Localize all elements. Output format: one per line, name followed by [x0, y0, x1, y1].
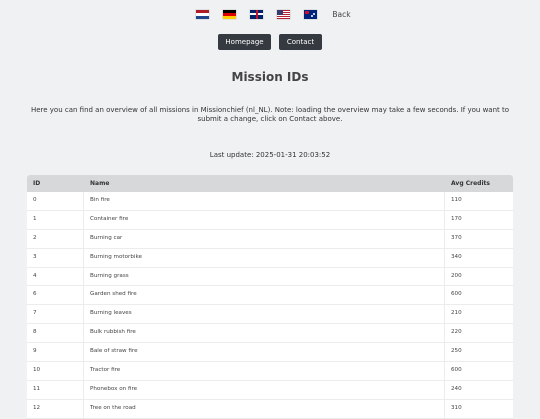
cell-name: Burning grass — [84, 267, 445, 286]
cell-id: 6 — [27, 286, 84, 305]
cell-credits: 170 — [451, 215, 462, 222]
missions-table: ID Name Avg Credits 0 Bin fire 110 1 Contai… — [27, 175, 513, 419]
cell-credits: 310 — [451, 404, 462, 411]
table-row: 1 Container fire 170 — [27, 210, 513, 230]
cell-name: Tractor fire — [84, 362, 445, 380]
cell-credits: 210 — [451, 310, 462, 317]
cell-credits: 200 — [451, 272, 462, 279]
cell-id: 1 — [27, 210, 84, 229]
cell-name: Phonebox on fire — [84, 380, 445, 399]
cell-name: Bale of straw fire — [84, 343, 445, 362]
cell-name: Garden shed fire — [84, 286, 445, 305]
cell-credits: 110 — [451, 197, 462, 203]
uk-flag-icon[interactable] — [250, 9, 264, 19]
page-title: Mission IDs — [231, 70, 309, 84]
last-update: Last update: 2025-01-31 20:03:52 — [209, 151, 331, 159]
table-row: 11 Phonebox on fire 240 — [27, 380, 513, 400]
cell-id: 2 — [27, 229, 84, 248]
nav-buttons: Homepage Contact — [0, 34, 540, 50]
table-row: 4 Burning grass 200 — [27, 267, 513, 287]
cell-credits: 370 — [451, 234, 462, 241]
table-row: 8 Bulk rubbish fire 220 — [27, 324, 513, 344]
usa-flag-icon[interactable] — [277, 9, 291, 19]
cell-id: 9 — [27, 343, 84, 362]
australia-flag-icon[interactable] — [304, 9, 318, 19]
cell-credits: 220 — [451, 329, 462, 336]
table-row: 7 Burning leaves 210 — [27, 305, 513, 325]
language-bar: Back — [0, 8, 540, 20]
table-row: 9 Bale of straw fire 250 — [27, 343, 513, 363]
cell-id: 0 — [27, 192, 84, 210]
intro-text: Here you can find an overview of all mis… — [30, 106, 510, 123]
cell-name: Bulk rubbish fire — [84, 324, 445, 343]
cell-id: 7 — [27, 305, 84, 324]
table-row: 12 Tree on the road 310 — [27, 399, 513, 419]
header-name[interactable]: Name — [84, 175, 445, 192]
cell-id: 4 — [27, 267, 84, 286]
homepage-button[interactable]: Homepage — [218, 34, 271, 50]
contact-button[interactable]: Contact — [279, 34, 322, 50]
cell-name: Burning motorbike — [84, 248, 445, 267]
table-row: 2 Burning car 370 — [27, 229, 513, 249]
cell-id: 3 — [27, 248, 84, 267]
table-row: 10 Tractor fire 600 — [27, 362, 513, 381]
cell-name: Bin fire — [84, 192, 445, 210]
table-row: 6 Garden shed fire 600 — [27, 286, 513, 306]
cell-name: Container fire — [84, 210, 445, 229]
cell-credits: 250 — [451, 348, 462, 355]
cell-name: Burning car — [84, 229, 445, 248]
table-row: 3 Burning motorbike 340 — [27, 248, 513, 268]
header-id[interactable]: ID — [27, 175, 84, 192]
cell-name: Burning leaves — [84, 305, 445, 324]
table-header: ID Name Avg Credits — [27, 175, 513, 192]
header-credits[interactable]: Avg Credits — [445, 175, 513, 192]
cell-credits: 600 — [451, 367, 462, 374]
table-row: 0 Bin fire 110 — [27, 192, 513, 211]
cell-id: 11 — [27, 380, 84, 399]
back-link[interactable]: Back — [332, 10, 350, 19]
cell-name: Tree on the road — [84, 399, 445, 418]
cell-credits: 600 — [451, 291, 462, 298]
germany-flag-icon[interactable] — [223, 9, 237, 19]
netherlands-flag-icon[interactable] — [196, 9, 210, 19]
cell-id: 12 — [27, 399, 84, 418]
cell-id: 8 — [27, 324, 84, 343]
cell-credits: 240 — [451, 385, 462, 392]
cell-credits: 340 — [451, 253, 462, 260]
cell-id: 10 — [27, 362, 84, 380]
